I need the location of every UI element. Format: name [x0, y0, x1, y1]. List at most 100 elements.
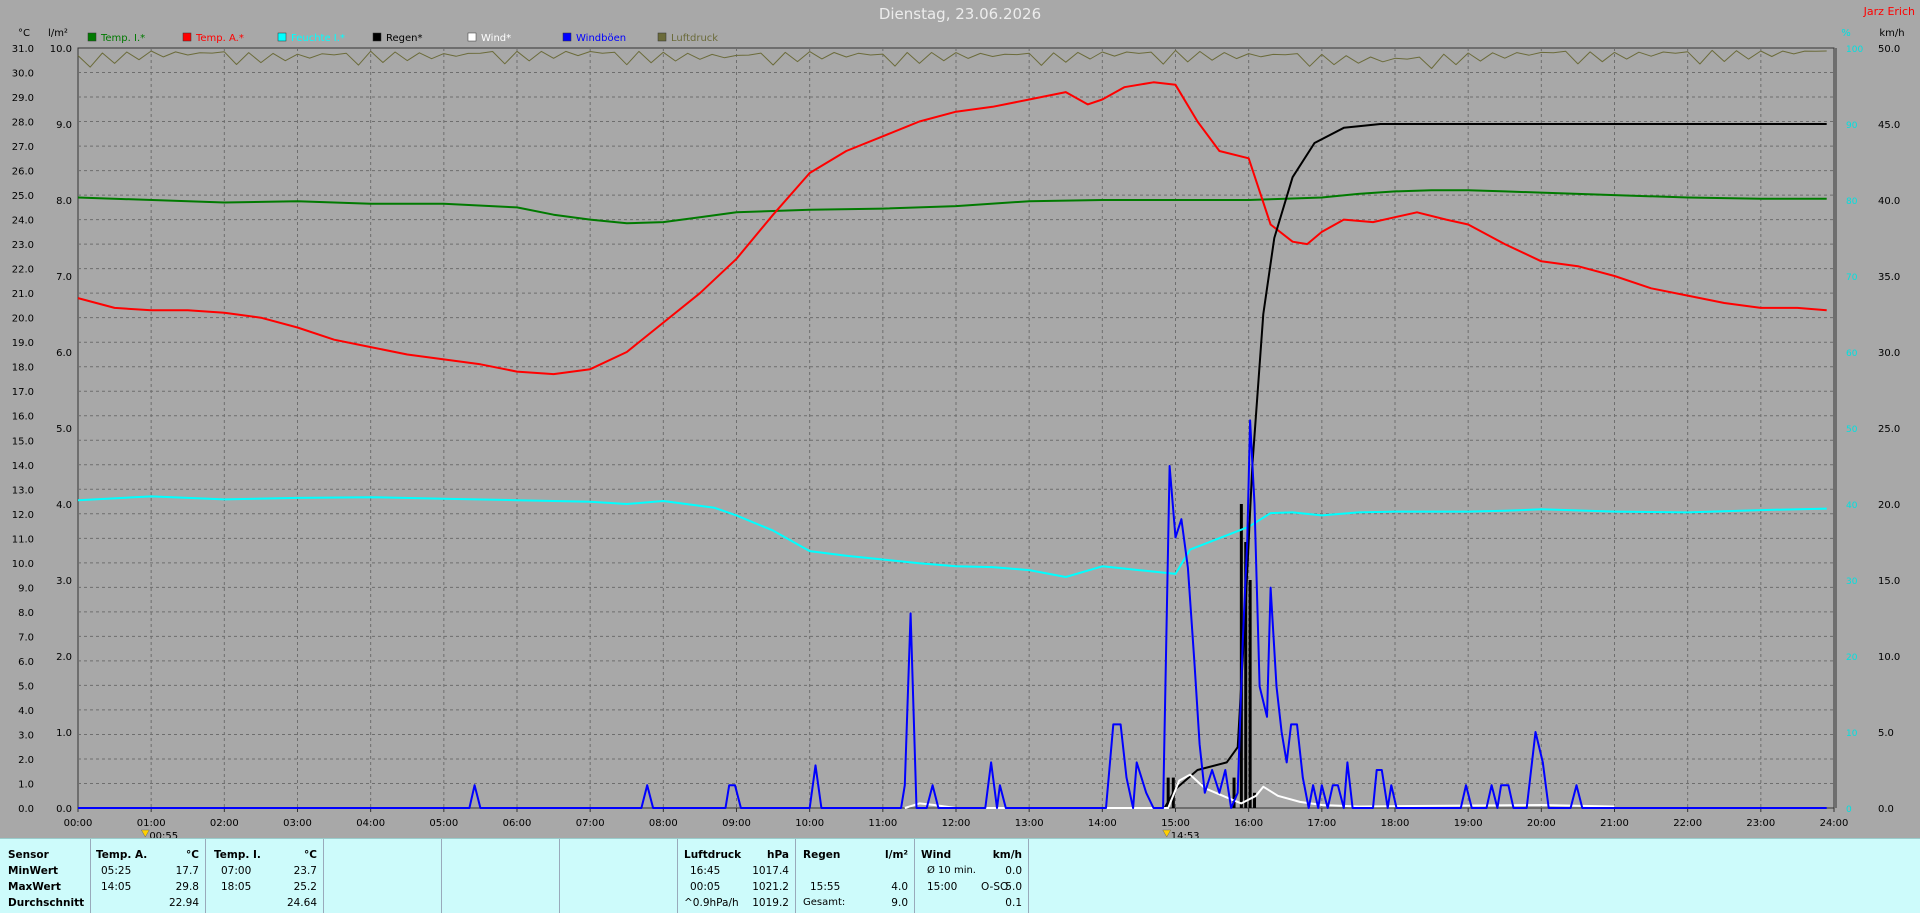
- row-label-max: MaxWert: [8, 881, 61, 893]
- legend-label: Temp. I.*: [100, 33, 145, 44]
- temp-a-min-time: 05:25: [101, 865, 132, 877]
- stats-col-empty-2: [441, 839, 559, 913]
- legend-swatch: [87, 32, 97, 42]
- temp-tick-label: 13.0: [12, 485, 34, 496]
- x-tick-label: 07:00: [576, 818, 605, 829]
- pct-tick-label: 40: [1846, 501, 1858, 511]
- temp-i-min-val: 23.7: [293, 865, 317, 877]
- rain-bar: [1248, 580, 1252, 808]
- wind-tick-label: 0.0: [1878, 804, 1894, 815]
- temp-tick-label: 20.0: [12, 314, 34, 325]
- regen-max-val: 4.0: [891, 881, 908, 893]
- weather-chart: 00:00 01:00 02:00 03:00 04:00 05:00 06:00 07:00…: [12, 5, 1915, 838]
- temp-tick-label: 15.0: [12, 436, 34, 447]
- rain-tick-label: 2.0: [56, 652, 72, 663]
- luftdruck-title: Luftdruck: [684, 849, 742, 861]
- x-tick-label: 16:00: [1234, 818, 1263, 829]
- temp-i-avg: 24.64: [286, 897, 317, 909]
- luftdruck-max-time: 00:05: [690, 881, 721, 893]
- event-marker-label: 00:55: [149, 831, 178, 838]
- luftdruck-trend: ^0.9hPa/h: [684, 897, 739, 909]
- wind-tick-label: 15.0: [1878, 576, 1900, 587]
- x-tick-label: 20:00: [1527, 818, 1556, 829]
- legend-label: Windböen: [576, 33, 626, 44]
- legend-label: Regen*: [386, 33, 423, 44]
- wind-tick-label: 35.0: [1878, 272, 1900, 283]
- temp-tick-label: 21.0: [12, 289, 34, 300]
- rain-tick-label: 4.0: [56, 500, 72, 511]
- pct-tick-label: 10: [1846, 729, 1858, 739]
- temp-tick-label: 25.0: [12, 191, 34, 202]
- temp-tick-label: 11.0: [12, 534, 34, 545]
- rain-tick-label: 7.0: [56, 272, 72, 283]
- stats-col-sensor: Sensor MinWert MaxWert Durchschnitt: [0, 839, 90, 913]
- rain-tick-label: 9.0: [56, 120, 72, 131]
- temp-a-max-val: 29.8: [175, 881, 199, 893]
- x-tick-label: 06:00: [503, 818, 532, 829]
- x-tick-label: 21:00: [1600, 818, 1629, 829]
- x-tick-label: 08:00: [649, 818, 678, 829]
- x-tick-label: 13:00: [1015, 818, 1044, 829]
- temp-tick-label: 22.0: [12, 265, 34, 276]
- temp-tick-label: 1.0: [18, 779, 34, 790]
- temp-unit-label: °C: [18, 28, 30, 39]
- wind-tick-label: 25.0: [1878, 424, 1900, 435]
- temp-tick-label: 3.0: [18, 730, 34, 741]
- event-marker-icon: [1162, 829, 1172, 838]
- temp-tick-label: 2.0: [18, 755, 34, 766]
- temp-a-title: Temp. A.: [96, 849, 148, 861]
- rain-tick-label: 5.0: [56, 424, 72, 435]
- x-tick-label: 14:00: [1088, 818, 1117, 829]
- luftdruck-avg: 1019.2: [752, 897, 789, 909]
- stats-col-temp-i: Temp. I. °C 07:00 23.7 18:05 25.2 24.64: [205, 839, 323, 913]
- x-tick-label: 24:00: [1820, 818, 1849, 829]
- legend-swatch: [277, 32, 287, 42]
- x-tick-label: 02:00: [210, 818, 239, 829]
- temp-tick-label: 0.0: [18, 804, 34, 815]
- pct-tick-label: 70: [1846, 273, 1858, 283]
- row-label-avg: Durchschnitt: [8, 897, 85, 909]
- temp-tick-label: 16.0: [12, 412, 34, 423]
- x-tick-label: 10:00: [795, 818, 824, 829]
- legend-label: Luftdruck: [671, 33, 718, 44]
- stats-col-rest: [1028, 839, 1920, 913]
- temp-tick-label: 19.0: [12, 338, 34, 349]
- pct-tick-label: 60: [1846, 349, 1858, 359]
- wind-avg: 0.1: [1005, 897, 1022, 909]
- temp-tick-label: 27.0: [12, 142, 34, 153]
- event-marker-label: 14:53: [1171, 831, 1200, 838]
- legend-swatch: [372, 32, 382, 42]
- luftdruck-min-val: 1017.4: [752, 865, 789, 877]
- temp-tick-label: 4.0: [18, 706, 34, 717]
- pct-tick-label: 90: [1846, 121, 1858, 131]
- rain-tick-label: 8.0: [56, 196, 72, 207]
- rain-tick-label: 3.0: [56, 576, 72, 587]
- luftdruck-min-time: 16:45: [690, 865, 721, 877]
- x-tick-label: 04:00: [356, 818, 385, 829]
- temp-a-avg: 22.94: [168, 897, 199, 909]
- x-tick-label: 22:00: [1673, 818, 1702, 829]
- pct-unit-label: %: [1841, 28, 1851, 39]
- temp-i-min-time: 07:00: [221, 865, 252, 877]
- x-tick-label: 23:00: [1746, 818, 1775, 829]
- regen-unit: l/m²: [885, 849, 908, 861]
- temp-tick-label: 18.0: [12, 363, 34, 374]
- temp-tick-label: 7.0: [18, 632, 34, 643]
- legend-swatch: [562, 32, 572, 42]
- temp-tick-label: 31.0: [12, 44, 34, 55]
- temp-tick-label: 29.0: [12, 93, 34, 104]
- temp-a-unit: °C: [186, 849, 199, 861]
- pct-tick-label: 20: [1846, 653, 1858, 663]
- temp-tick-label: 9.0: [18, 583, 34, 594]
- pct-tick-label: 80: [1846, 197, 1858, 207]
- legend: Temp. I.* Temp. A.* Feuchte I.* Regen* Wind*…: [87, 32, 718, 44]
- legend-label: Wind*: [481, 33, 511, 44]
- temp-tick-label: 10.0: [12, 559, 34, 570]
- pct-tick-label: 30: [1846, 577, 1858, 587]
- pct-tick-label: 50: [1846, 425, 1858, 435]
- temp-tick-label: 30.0: [12, 69, 34, 80]
- stats-col-temp-a: Temp. A. °C 05:25 17.7 14:05 29.8 22.94: [90, 839, 205, 913]
- stats-col-empty-3: [559, 839, 677, 913]
- temp-tick-label: 12.0: [12, 510, 34, 521]
- luftdruck-max-val: 1021.2: [752, 881, 789, 893]
